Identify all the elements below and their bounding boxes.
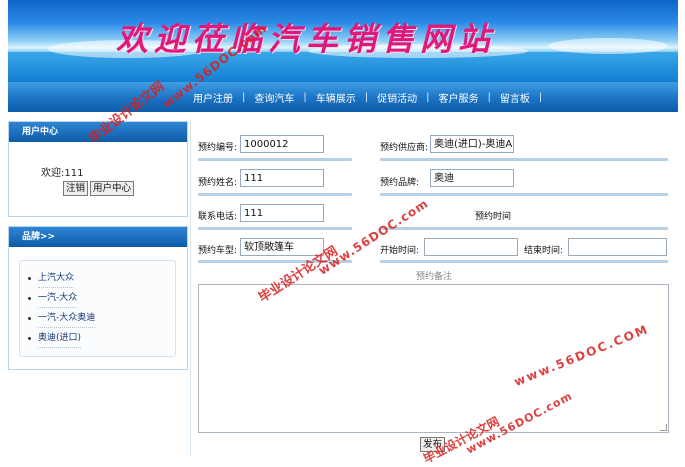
brand-item[interactable]: 一汽-大众 <box>28 288 175 308</box>
booking-no-field[interactable]: 1000012 <box>240 135 324 153</box>
supplier-label: 预约供应商: <box>380 143 429 153</box>
end-time-label: 结束时间: <box>524 246 564 256</box>
row-divider <box>380 260 668 263</box>
model-label: 预约车型: <box>198 246 238 256</box>
header-banner: 欢迎莅临汽车销售网站 <box>8 0 678 82</box>
nav-separator: | <box>538 91 543 103</box>
brand-field[interactable]: 奥迪 <box>430 169 514 187</box>
resize-grip-icon[interactable] <box>660 424 667 431</box>
model-field[interactable]: 软顶敞篷车 <box>240 238 324 256</box>
phone-label: 联系电话: <box>198 212 238 222</box>
brand-heading: 品牌>> <box>9 227 187 247</box>
row-divider <box>198 227 352 230</box>
user-center-panel: 用户中心 欢迎:111 注销 用户中心 <box>8 121 188 217</box>
bullet-icon <box>28 276 31 280</box>
logout-button[interactable]: 注销 <box>63 181 89 196</box>
nav-item-promotions[interactable]: 促销活动 <box>377 90 417 105</box>
nav-separator: | <box>487 91 491 103</box>
start-time-field[interactable] <box>424 238 518 256</box>
nav-item-customer-service[interactable]: 客户服务 <box>439 90 479 105</box>
bullet-icon <box>28 316 31 320</box>
remark-caption: 预约备注 <box>416 272 453 282</box>
nav-item-car-showcase[interactable]: 车辆展示 <box>316 90 356 105</box>
row-divider <box>198 260 352 263</box>
site-title: 欢迎莅临汽车销售网站 <box>116 20 497 58</box>
row-divider <box>380 227 668 230</box>
user-center-heading: 用户中心 <box>9 122 187 142</box>
brand-item-label[interactable]: 奥迪(进口) <box>38 329 82 348</box>
user-center-button[interactable]: 用户中心 <box>90 181 135 196</box>
booking-no-label: 预约编号: <box>198 143 238 153</box>
banner-cloud <box>548 38 668 54</box>
bullet-icon <box>28 296 31 300</box>
welcome-text: 欢迎:111 <box>41 168 84 179</box>
nav-separator: | <box>242 91 246 103</box>
brand-list: 上汽大众 一汽-大众 一汽-大众奥迪 奥迪(进口) <box>20 261 175 348</box>
booking-time-caption: 预约时间 <box>475 212 512 222</box>
brand-item[interactable]: 一汽-大众奥迪 <box>28 308 175 328</box>
phone-field[interactable]: 111 <box>240 204 324 222</box>
end-time-field[interactable] <box>568 238 667 256</box>
supplier-field[interactable]: 奥迪(进口)-奥迪A <box>430 135 514 153</box>
nav-item-register[interactable]: 用户注册 <box>193 90 233 105</box>
remark-textarea[interactable] <box>198 284 669 433</box>
name-field[interactable]: 111 <box>240 169 324 187</box>
start-time-label: 开始时间: <box>380 246 420 256</box>
nav-item-search-cars[interactable]: 查询汽车 <box>254 90 294 105</box>
bullet-icon <box>28 336 31 340</box>
name-label: 预约姓名: <box>198 178 238 188</box>
brand-item[interactable]: 上汽大众 <box>28 268 175 288</box>
main-nav: 用户注册 | 查询汽车 | 车辆展示 | 促销活动 | 客户服务 | 留言板 | <box>8 82 678 112</box>
brand-label: 预约品牌: <box>380 178 420 188</box>
nav-separator: | <box>303 91 307 103</box>
nav-separator: | <box>364 91 369 103</box>
nav-separator: | <box>426 91 430 103</box>
row-divider <box>380 158 668 161</box>
row-divider <box>380 193 668 196</box>
brand-panel: 品牌>> 上汽大众 一汽-大众 一汽-大众奥迪 奥迪(进口) <box>8 226 188 370</box>
brand-item-label[interactable]: 一汽-大众奥迪 <box>38 309 96 328</box>
brand-item-label[interactable]: 一汽-大众 <box>38 289 78 308</box>
nav-item-guestbook[interactable]: 留言板 <box>500 90 530 105</box>
submit-button[interactable]: 发布 <box>420 437 446 452</box>
brand-list-box: 上汽大众 一汽-大众 一汽-大众奥迪 奥迪(进口) <box>19 260 176 357</box>
row-divider <box>198 158 352 161</box>
brand-item[interactable]: 奥迪(进口) <box>28 328 175 348</box>
row-divider <box>198 193 352 196</box>
brand-item-label[interactable]: 上汽大众 <box>38 269 75 288</box>
